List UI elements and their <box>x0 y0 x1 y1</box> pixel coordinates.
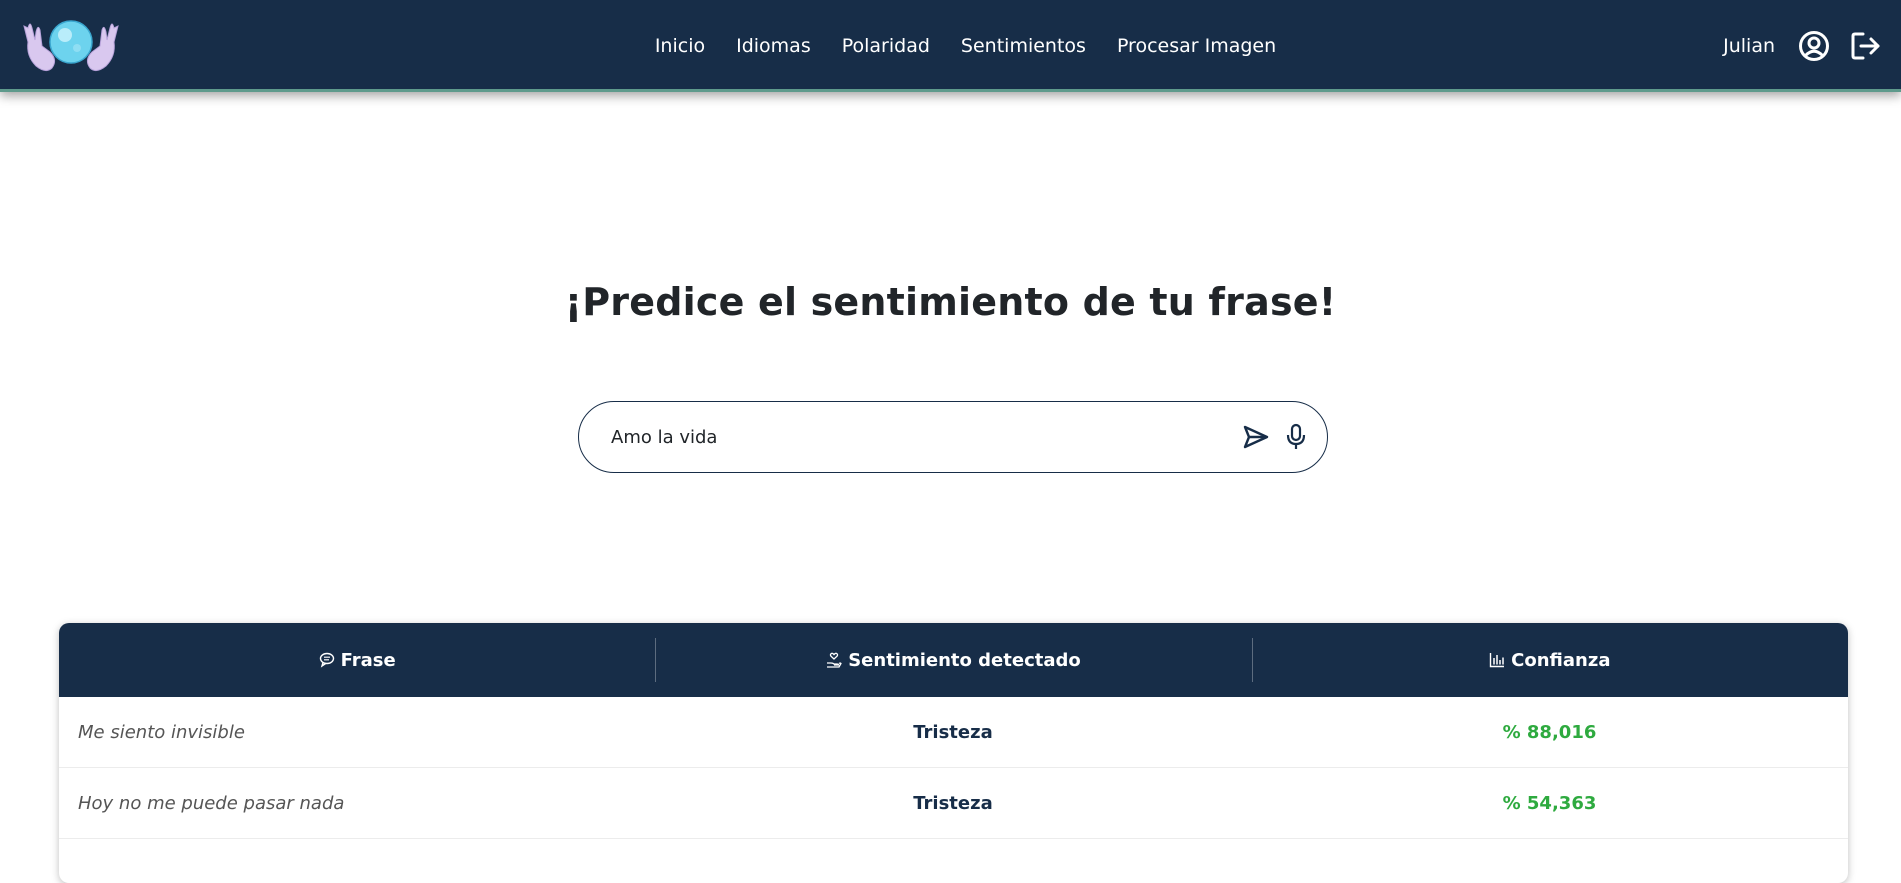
profile-button[interactable] <box>1797 29 1831 63</box>
cell-sentiment: Tristeza <box>913 792 993 814</box>
table-body: Me siento invisible Tristeza % 88,016 Ho… <box>59 697 1848 839</box>
hand-heart-icon <box>827 652 842 668</box>
column-header-confianza: Confianza <box>1251 623 1848 697</box>
user-circle-icon <box>1799 31 1829 61</box>
cell-phrase: Me siento invisible <box>78 721 245 743</box>
table-row: Me siento invisible Tristeza % 88,016 <box>59 697 1848 768</box>
logout-icon <box>1851 32 1880 60</box>
page-title: ¡Predice el sentimiento de tu frase! <box>564 280 1337 324</box>
nav-link-sentimientos[interactable]: Sentimientos <box>961 35 1086 57</box>
table-header: Frase Sentimiento detectado Confianza <box>59 623 1848 697</box>
column-header-label: Sentimiento detectado <box>848 649 1081 671</box>
column-header-label: Frase <box>340 649 396 671</box>
column-header-frase: Frase <box>59 623 655 697</box>
chat-bubble-icon <box>319 652 334 668</box>
user-name: Julian <box>1723 35 1775 57</box>
phrase-input-box <box>578 401 1328 473</box>
bar-chart-icon <box>1489 653 1505 668</box>
nav-link-polaridad[interactable]: Polaridad <box>842 35 930 57</box>
cell-phrase: Hoy no me puede pasar nada <box>78 792 345 814</box>
send-button[interactable] <box>1239 420 1273 454</box>
column-header-sentimiento: Sentimiento detectado <box>655 623 1251 697</box>
cell-sentiment: Tristeza <box>913 721 993 743</box>
results-table: Frase Sentimiento detectado Confianza Me… <box>59 623 1848 883</box>
user-area: Julian <box>1723 0 1883 92</box>
microphone-icon <box>1286 423 1306 449</box>
send-icon <box>1243 425 1269 449</box>
phrase-input[interactable] <box>609 402 1179 472</box>
logout-button[interactable] <box>1849 29 1883 63</box>
navbar: Inicio Idiomas Polaridad Sentimientos Pr… <box>0 0 1901 92</box>
nav-link-idiomas[interactable]: Idiomas <box>736 35 811 57</box>
column-header-label: Confianza <box>1511 649 1611 671</box>
microphone-button[interactable] <box>1279 420 1313 454</box>
cell-confidence: % 88,016 <box>1502 721 1597 743</box>
main-nav: Inicio Idiomas Polaridad Sentimientos Pr… <box>0 0 1901 92</box>
table-row: Hoy no me puede pasar nada Tristeza % 54… <box>59 768 1848 839</box>
nav-link-procesar-imagen[interactable]: Procesar Imagen <box>1117 35 1276 57</box>
cell-confidence: % 54,363 <box>1502 792 1597 814</box>
nav-link-inicio[interactable]: Inicio <box>655 35 705 57</box>
